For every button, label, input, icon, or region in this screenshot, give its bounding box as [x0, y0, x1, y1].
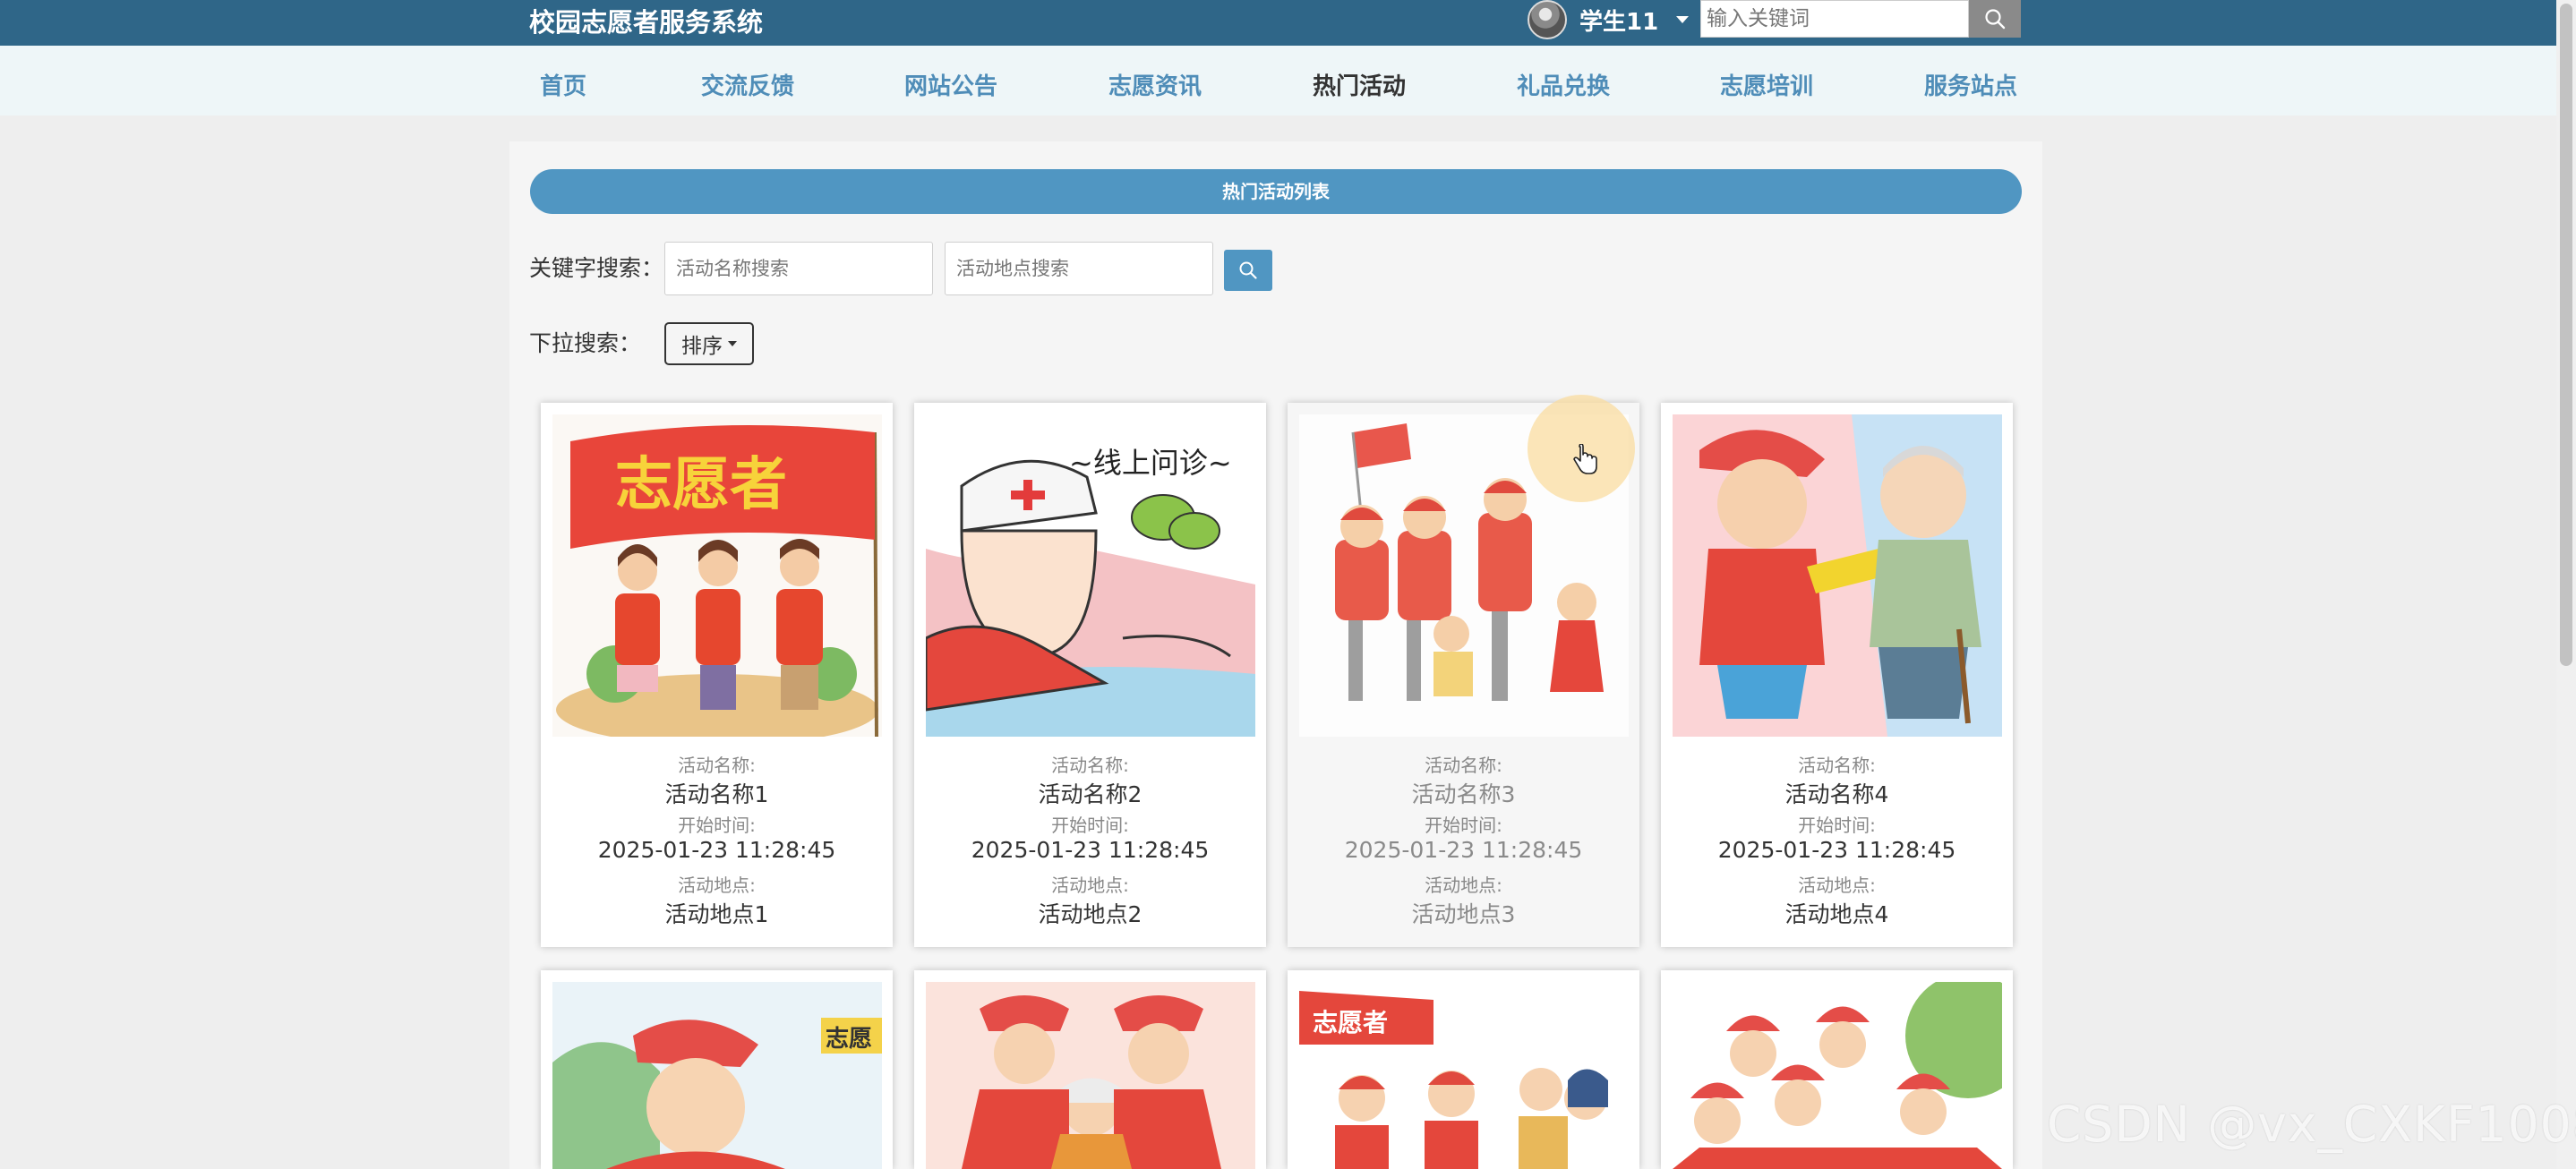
activity-card[interactable]: 志愿: [541, 970, 893, 1169]
activity-name-label: 活动名称:: [1051, 755, 1129, 776]
start-time: 2025-01-23 11:28:45: [597, 837, 836, 863]
nav-item-home[interactable]: 首页: [540, 46, 586, 115]
activity-image[interactable]: [926, 982, 1255, 1169]
activity-image[interactable]: 志愿者: [1299, 982, 1629, 1169]
nav-item-popular-activities[interactable]: 热门活动: [1313, 46, 1406, 115]
activity-name-label: 活动名称:: [678, 755, 756, 776]
activity-name-label: 活动名称:: [1798, 755, 1876, 776]
watermark: CSDN @vx_CXKF10088: [2047, 1096, 2576, 1153]
nav-item-gift-exchange[interactable]: 礼品兑换: [1517, 46, 1610, 115]
avatar[interactable]: [1528, 0, 1567, 39]
top-bar: 校园志愿者服务系统 学生11: [0, 0, 2576, 46]
activity-card[interactable]: [914, 970, 1266, 1169]
activity-name: 活动名称1: [664, 781, 769, 807]
activity-card[interactable]: 志愿者: [1288, 970, 1639, 1169]
start-time-label: 开始时间:: [1425, 815, 1502, 836]
start-time-label: 开始时间:: [1798, 815, 1876, 836]
svg-text:志愿者: 志愿者: [615, 452, 787, 518]
start-time-label: 开始时间:: [1051, 815, 1129, 836]
header-search-field[interactable]: [1700, 0, 1969, 38]
activity-location-label: 活动地点:: [1798, 875, 1876, 896]
search-icon: [1985, 9, 2006, 30]
nav-item-service-stations[interactable]: 服务站点: [1924, 46, 2017, 115]
search-icon: [1239, 261, 1257, 279]
activity-name-label: 活动名称:: [1425, 755, 1502, 776]
activity-name: 活动名称4: [1784, 781, 1889, 807]
nav-item-announcements[interactable]: 网站公告: [904, 46, 997, 115]
sort-dropdown[interactable]: 排序: [664, 322, 754, 365]
nav-item-training[interactable]: 志愿培训: [1720, 46, 1813, 115]
hand-cursor-icon: [1573, 444, 1597, 474]
activity-location-label: 活动地点:: [1425, 875, 1502, 896]
site-title[interactable]: 校园志愿者服务系统: [529, 5, 763, 39]
start-time-label: 开始时间:: [678, 815, 756, 836]
activity-location: 活动地点2: [1038, 901, 1143, 927]
nav-item-news[interactable]: 志愿资讯: [1108, 46, 1202, 115]
activity-name: 活动名称3: [1411, 781, 1516, 807]
svg-text:~线上问诊~: ~线上问诊~: [1069, 446, 1232, 480]
activity-location-search-input[interactable]: [945, 242, 1213, 295]
start-time: 2025-01-23 11:28:45: [1344, 837, 1583, 863]
start-time: 2025-01-23 11:28:45: [1717, 837, 1956, 863]
activity-image[interactable]: ~线上问诊~: [926, 414, 1255, 737]
activity-location-label: 活动地点:: [678, 875, 756, 896]
activity-card[interactable]: [1661, 970, 2013, 1169]
scrollbar-thumb[interactable]: [2560, 4, 2572, 666]
chevron-down-icon: [728, 341, 737, 346]
activity-name-search-input[interactable]: [664, 242, 933, 295]
activity-card[interactable]: 志愿者 活动名称: 活动名称1 开始时间: 2025-01-23 11:28:4…: [541, 403, 893, 947]
activity-image[interactable]: [1673, 982, 2002, 1169]
activity-image[interactable]: [1673, 414, 2002, 737]
activity-location: 活动地点4: [1784, 901, 1889, 927]
user-menu[interactable]: 学生11: [1528, 0, 1690, 39]
activity-card[interactable]: ~线上问诊~ 活动名称: 活动名称2 开始时间: 2025-01-23 11:2…: [914, 403, 1266, 947]
activity-name: 活动名称2: [1038, 781, 1143, 807]
dropdown-search-label: 下拉搜索：: [529, 330, 642, 356]
activity-image[interactable]: 志愿者: [552, 414, 882, 737]
search-button[interactable]: [1224, 250, 1272, 291]
sort-dropdown-label: 排序: [681, 335, 723, 358]
chevron-down-icon[interactable]: [1676, 16, 1690, 23]
keyword-search-label: 关键字搜索：: [529, 255, 664, 281]
start-time: 2025-01-23 11:28:45: [971, 837, 1210, 863]
activity-location: 活动地点3: [1411, 901, 1516, 927]
svg-text:志愿: 志愿: [826, 1026, 872, 1053]
header-search-button[interactable]: [1969, 0, 2021, 38]
activity-card[interactable]: 活动名称: 活动名称4 开始时间: 2025-01-23 11:28:45 活动…: [1661, 403, 2013, 947]
activity-location-label: 活动地点:: [1051, 875, 1129, 896]
username[interactable]: 学生11: [1579, 4, 1658, 37]
nav-item-feedback[interactable]: 交流反馈: [701, 46, 794, 115]
activity-image[interactable]: 志愿: [552, 982, 882, 1169]
list-header: 热门活动列表: [530, 169, 2022, 214]
header-search-input[interactable]: [1701, 1, 1968, 37]
svg-text:志愿者: 志愿者: [1313, 1008, 1388, 1037]
activity-location: 活动地点1: [664, 901, 769, 927]
main-nav: 首页 交流反馈 网站公告 志愿资讯 热门活动 礼品兑换 志愿培训 服务站点: [0, 46, 2576, 115]
